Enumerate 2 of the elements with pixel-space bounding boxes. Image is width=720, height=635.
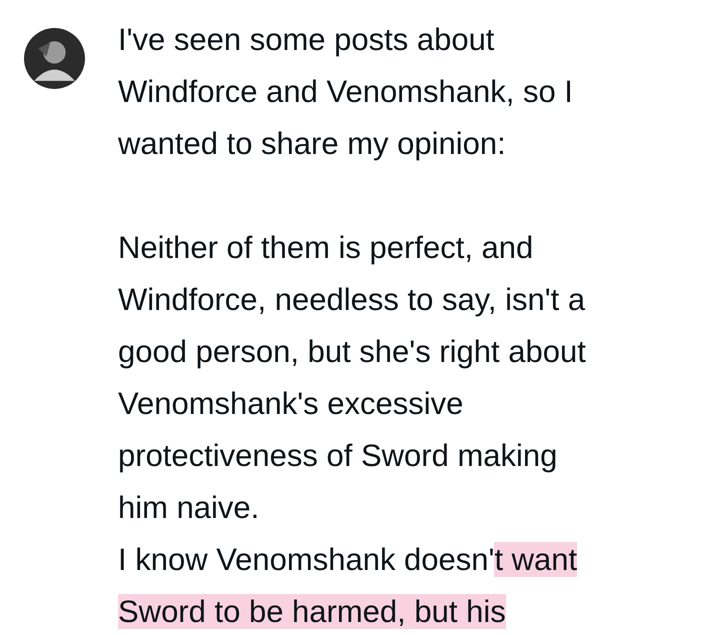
post-text: I've seen some posts about Windforce and Venomshank, so I wanted to share my opinion: (118, 21, 574, 163)
post-text: Neither of them is perfect, and Windforce, needless to say, isn't a good person, but she's right about Venomshank's excessive protectiveness of Sword making him naive. I know Venomshank doesn't want Sword to be harmed, but his (118, 229, 586, 631)
